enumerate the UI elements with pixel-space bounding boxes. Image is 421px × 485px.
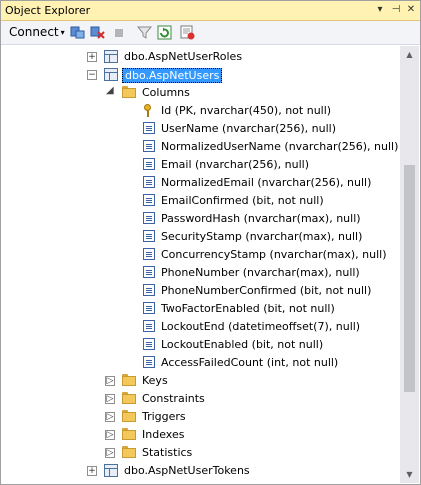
column-icon [143,158,155,170]
object-explorer-tree[interactable]: + dbo.AspNetUserRoles − dbo.AspNetUsers … [1,46,400,484]
folder-icon [122,428,136,441]
scrollbar-thumb[interactable] [404,165,415,392]
column-icon [143,356,155,368]
tree-node-label: LockoutEnabled (bit, not null) [161,338,324,351]
folder-icon [122,446,136,459]
tree-node-label: Indexes [142,428,185,441]
connect-label: Connect [9,25,59,39]
column-icon [143,302,155,314]
tree-node-label: AccessFailedCount (int, not null) [161,356,339,369]
column-icon [143,194,155,206]
tree-node-label: ConcurrencyStamp (nvarchar(max), null) [161,248,387,261]
tree-node-label: PhoneNumber (nvarchar(max), null) [161,266,360,279]
column-icon [143,284,155,296]
tree-node-label: Statistics [142,446,193,459]
window-title: Object Explorer [5,4,91,17]
expand-icon[interactable]: + [87,466,97,476]
tree-node-label: SecurityStamp (nvarchar(max), null) [161,230,363,243]
refresh-icon[interactable] [157,25,172,40]
column-icon [143,176,155,188]
connect-button[interactable]: Connect ▾ [9,25,65,39]
tree-node-label: EmailConfirmed (bit, not null) [161,194,324,207]
tree-node-label: PasswordHash (nvarchar(max), null) [161,212,361,225]
scroll-up-icon[interactable]: ▲ [400,46,419,63]
column-icon [143,338,155,350]
activity-monitor-icon[interactable] [180,25,195,40]
expand-icon[interactable]: + [87,52,97,62]
expand-icon[interactable]: ▷ [105,430,115,440]
connect-object-explorer-icon[interactable] [70,25,85,40]
stop-icon[interactable] [112,25,127,40]
window-position-icon[interactable]: ▾ [373,3,387,17]
vertical-scrollbar[interactable]: ▲ ▼ [400,46,419,483]
tree-node-label: Constraints [142,392,205,405]
tree-node-label: Columns [142,86,190,99]
expand-icon[interactable]: ▷ [105,412,115,422]
collapse-arrow-icon[interactable]: ◢ [106,85,114,96]
column-icon [143,266,155,278]
auto-hide-pin-icon[interactable]: ⊣ [389,3,403,17]
tree-node-label: PhoneNumberConfirmed (bit, not null) [161,284,372,297]
folder-icon [122,374,136,387]
column-icon [143,248,155,260]
tree-node-label: dbo.AspNetUserRoles [124,50,243,63]
column-icon [143,122,155,134]
chevron-down-icon: ▾ [60,28,65,37]
tree-node-label: NormalizedUserName (nvarchar(256), null) [161,140,399,153]
tree-node-label: Triggers [142,410,186,423]
tree-node-label: dbo.AspNetUsers [122,68,223,83]
column-icon [143,320,155,332]
tree-node-label: NormalizedEmail (nvarchar(256), null) [161,176,372,189]
tree-node-label: Email (nvarchar(256), null) [161,158,310,171]
toolbar: Connect ▾ [1,21,420,45]
tree-node-label: LockoutEnd (datetimeoffset(7), null) [161,320,361,333]
tree-node-label: UserName (nvarchar(256), null) [161,122,337,135]
folder-icon [122,410,136,423]
collapse-icon[interactable]: − [87,70,97,80]
folder-icon [122,392,136,405]
title-bar: Object Explorer ▾ ⊣ ✕ [1,1,420,21]
tree-node-label: TwoFactorEnabled (bit, not null) [161,302,335,315]
table-icon [104,68,118,81]
table-icon [104,50,118,63]
column-icon [143,212,155,224]
table-icon [104,464,118,477]
tree-node-label: dbo.AspNetUserTokens [124,464,250,477]
folder-icon [122,86,136,99]
close-icon[interactable]: ✕ [404,3,418,17]
expand-icon[interactable]: ▷ [105,394,115,404]
column-icon [143,230,155,242]
filter-icon[interactable] [137,25,152,40]
tree-node-label: Keys [142,374,168,387]
column-icon [143,140,155,152]
tree-node-label: Id (PK, nvarchar(450), not null) [161,104,332,117]
primary-key-icon [142,104,156,117]
scroll-down-icon[interactable]: ▼ [400,466,419,483]
expand-icon[interactable]: ▷ [105,448,115,458]
disconnect-icon[interactable] [90,25,105,40]
expand-icon[interactable]: ▷ [105,376,115,386]
